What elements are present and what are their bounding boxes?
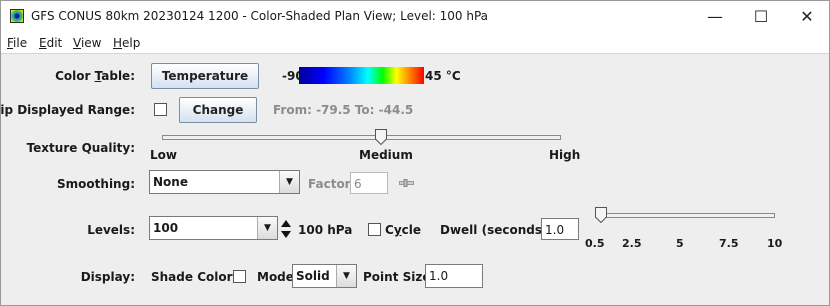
app-window: GFS CONUS 80km 20230124 1200 - Color-Sha… <box>0 0 830 306</box>
clip-range-label: Clip Displayed Range: <box>0 103 135 117</box>
dwell-tick: 5 <box>676 237 684 250</box>
dwell-tick: 2.5 <box>622 237 642 250</box>
dwell-field[interactable]: 1.0 <box>541 218 579 240</box>
menu-edit[interactable]: Edit <box>39 36 62 50</box>
display-label: Display: <box>80 270 135 284</box>
title-bar: GFS CONUS 80km 20230124 1200 - Color-Sha… <box>1 1 829 32</box>
range-values-text: From: -79.5 To: -44.5 <box>273 103 414 117</box>
texture-quality-label: Texture Quality: <box>26 141 135 155</box>
window-title: GFS CONUS 80km 20230124 1200 - Color-Sha… <box>31 9 489 23</box>
texture-tick-high: High <box>549 148 581 162</box>
change-range-button[interactable]: Change <box>179 97 257 123</box>
dwell-label: Dwell (seconds): <box>440 223 553 237</box>
dwell-slider-thumb[interactable] <box>595 207 607 223</box>
clip-range-checkbox[interactable] <box>154 103 167 116</box>
menu-help[interactable]: Help <box>113 36 140 50</box>
factor-field[interactable]: 6 <box>350 172 388 194</box>
texture-quality-slider[interactable] <box>162 135 561 140</box>
color-bar[interactable] <box>299 67 424 84</box>
smoothing-dropdown[interactable]: None ▼ <box>149 170 300 194</box>
factor-label: Factor: <box>308 177 356 191</box>
dwell-tick: 10 <box>767 237 783 250</box>
level-spinner[interactable] <box>280 217 292 241</box>
color-table-button[interactable]: Temperature <box>151 63 259 89</box>
shade-colors-label: Shade Colors: <box>151 270 245 284</box>
dwell-tick: 7.5 <box>719 237 739 250</box>
settings-panel: Color Table: Temperature -90 45 °C Clip … <box>0 55 829 305</box>
dwell-slider[interactable] <box>595 213 775 218</box>
close-button[interactable]: ✕ <box>784 1 830 32</box>
chevron-down-icon[interactable]: ▼ <box>257 217 277 239</box>
chevron-down-icon[interactable]: ▼ <box>336 265 356 287</box>
menu-bar: File Edit View Help <box>1 32 829 54</box>
levels-label: Levels: <box>87 223 135 237</box>
chevron-down-icon[interactable]: ▼ <box>279 171 299 193</box>
smoothing-label: Smoothing: <box>57 177 135 191</box>
color-max-label: 45 °C <box>425 69 461 83</box>
color-table-label: Color Table: <box>55 69 135 83</box>
level-unit-text: 100 hPa <box>298 223 353 237</box>
cycle-checkbox[interactable] <box>368 223 381 236</box>
app-icon <box>10 9 24 23</box>
mode-dropdown[interactable]: Solid ▼ <box>292 264 357 288</box>
texture-quality-thumb[interactable] <box>375 129 387 145</box>
menu-view[interactable]: View <box>73 36 101 50</box>
cycle-label: Cycle <box>385 223 422 237</box>
mini-slider-icon <box>399 179 414 187</box>
shade-colors-checkbox[interactable] <box>233 270 246 283</box>
menu-file[interactable]: File <box>7 36 27 50</box>
dwell-tick: 0.5 <box>585 237 605 250</box>
maximize-button[interactable]: ☐ <box>738 1 784 32</box>
texture-tick-medium: Medium <box>359 148 413 162</box>
point-size-field[interactable]: 1.0 <box>425 264 483 288</box>
texture-tick-low: Low <box>150 148 177 162</box>
levels-dropdown[interactable]: 100 ▼ <box>149 216 278 240</box>
minimize-button[interactable]: — <box>692 1 738 32</box>
